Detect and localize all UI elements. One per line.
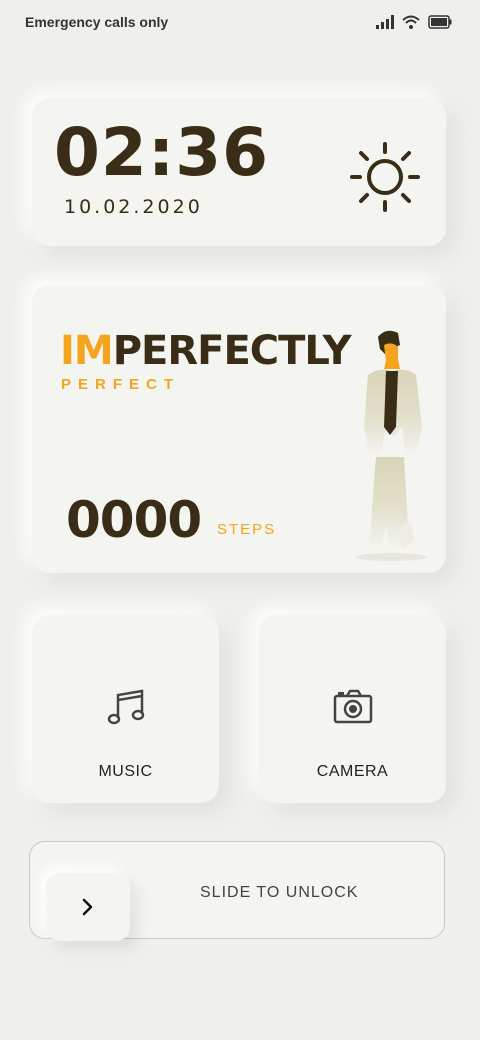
clock-date: 10.02.2020 bbox=[64, 196, 203, 218]
slide-to-unlock-label: SLIDE TO UNLOCK bbox=[200, 884, 359, 901]
battery-icon bbox=[428, 15, 452, 29]
wifi-icon bbox=[402, 15, 420, 29]
camera-label: CAMERA bbox=[316, 763, 389, 780]
slide-to-unlock-track[interactable]: SLIDE TO UNLOCK bbox=[29, 841, 445, 941]
camera-shortcut-button[interactable]: CAMERA bbox=[259, 615, 446, 803]
brand-subtitle: PERFECT bbox=[61, 376, 181, 393]
music-note-icon bbox=[107, 689, 144, 725]
status-icons bbox=[376, 15, 452, 29]
sun-icon bbox=[350, 142, 420, 212]
steps-label: STEPS bbox=[217, 521, 277, 538]
brand-title-accent: IM bbox=[60, 328, 114, 374]
signal-icon bbox=[376, 15, 394, 29]
chevron-right-icon bbox=[82, 898, 93, 916]
man-illustration bbox=[355, 330, 427, 561]
clock-time: 02:36 bbox=[54, 114, 270, 191]
music-shortcut-button[interactable]: MUSIC bbox=[32, 615, 219, 803]
steps-count: 0000 bbox=[66, 491, 202, 549]
clock-widget: 02:36 10.02.2020 bbox=[32, 98, 446, 246]
brand-widget: IMPERFECTLY PERFECT 0000 STEPS bbox=[32, 285, 446, 573]
unlock-slider-handle[interactable] bbox=[46, 873, 130, 941]
status-bar: Emergency calls only bbox=[0, 0, 480, 44]
brand-title: IMPERFECTLY bbox=[60, 328, 352, 374]
music-label: MUSIC bbox=[98, 763, 153, 780]
brand-title-rest: PERFECTLY bbox=[112, 328, 352, 374]
carrier-status-text: Emergency calls only bbox=[25, 14, 169, 30]
camera-icon bbox=[333, 689, 372, 724]
